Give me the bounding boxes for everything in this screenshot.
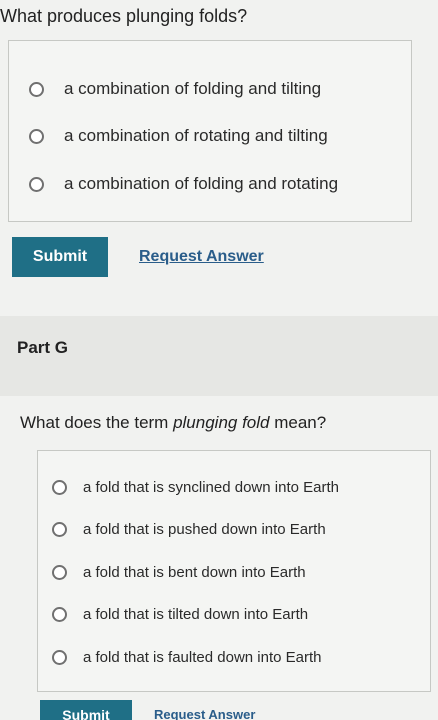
radio-button[interactable] [29,176,44,192]
radio-button[interactable] [52,650,67,665]
radio-button[interactable] [29,128,44,144]
option-label: a fold that is tilted down into Earth [83,606,309,623]
option-folding-rotating[interactable]: a combination of folding and rotating [29,174,338,194]
options-box-1: a combination of folding and tilting a c… [8,40,412,222]
request-answer-link-2[interactable]: Request Answer [154,707,255,720]
question-1-text: What produces plunging folds? [0,6,248,26]
option-label: a fold that is pushed down into Earth [83,521,326,538]
options-box-2: a fold that is synclined down into Earth… [37,450,431,692]
question-2-text: What does the term plunging fold mean? [20,413,327,432]
option-tilted[interactable]: a fold that is tilted down into Earth [52,606,308,623]
option-pushed[interactable]: a fold that is pushed down into Earth [52,521,326,538]
option-rotating-tilting[interactable]: a combination of rotating and tilting [29,126,328,146]
radio-button[interactable] [29,81,44,97]
radio-button[interactable] [52,565,67,580]
option-label: a combination of folding and tilting [64,79,322,98]
option-label: a fold that is faulted down into Earth [83,649,322,666]
part-g-title: Part G [17,338,69,357]
option-label: a fold that is synclined down into Earth [83,479,339,496]
submit-button-2[interactable]: Submit [40,700,132,720]
option-label: a combination of folding and rotating [64,174,339,193]
option-label: a fold that is bent down into Earth [83,564,306,581]
radio-button[interactable] [52,522,67,537]
question-2-term: plunging fold [173,413,270,432]
option-label: a combination of rotating and tilting [64,126,328,145]
radio-button[interactable] [52,607,67,622]
request-answer-link[interactable]: Request Answer [139,248,264,266]
option-folding-tilting[interactable]: a combination of folding and tilting [29,79,321,99]
submit-button[interactable]: Submit [12,237,108,277]
radio-button[interactable] [52,480,67,495]
option-bent[interactable]: a fold that is bent down into Earth [52,564,306,581]
option-faulted[interactable]: a fold that is faulted down into Earth [52,649,321,666]
option-synclined[interactable]: a fold that is synclined down into Earth [52,479,339,496]
